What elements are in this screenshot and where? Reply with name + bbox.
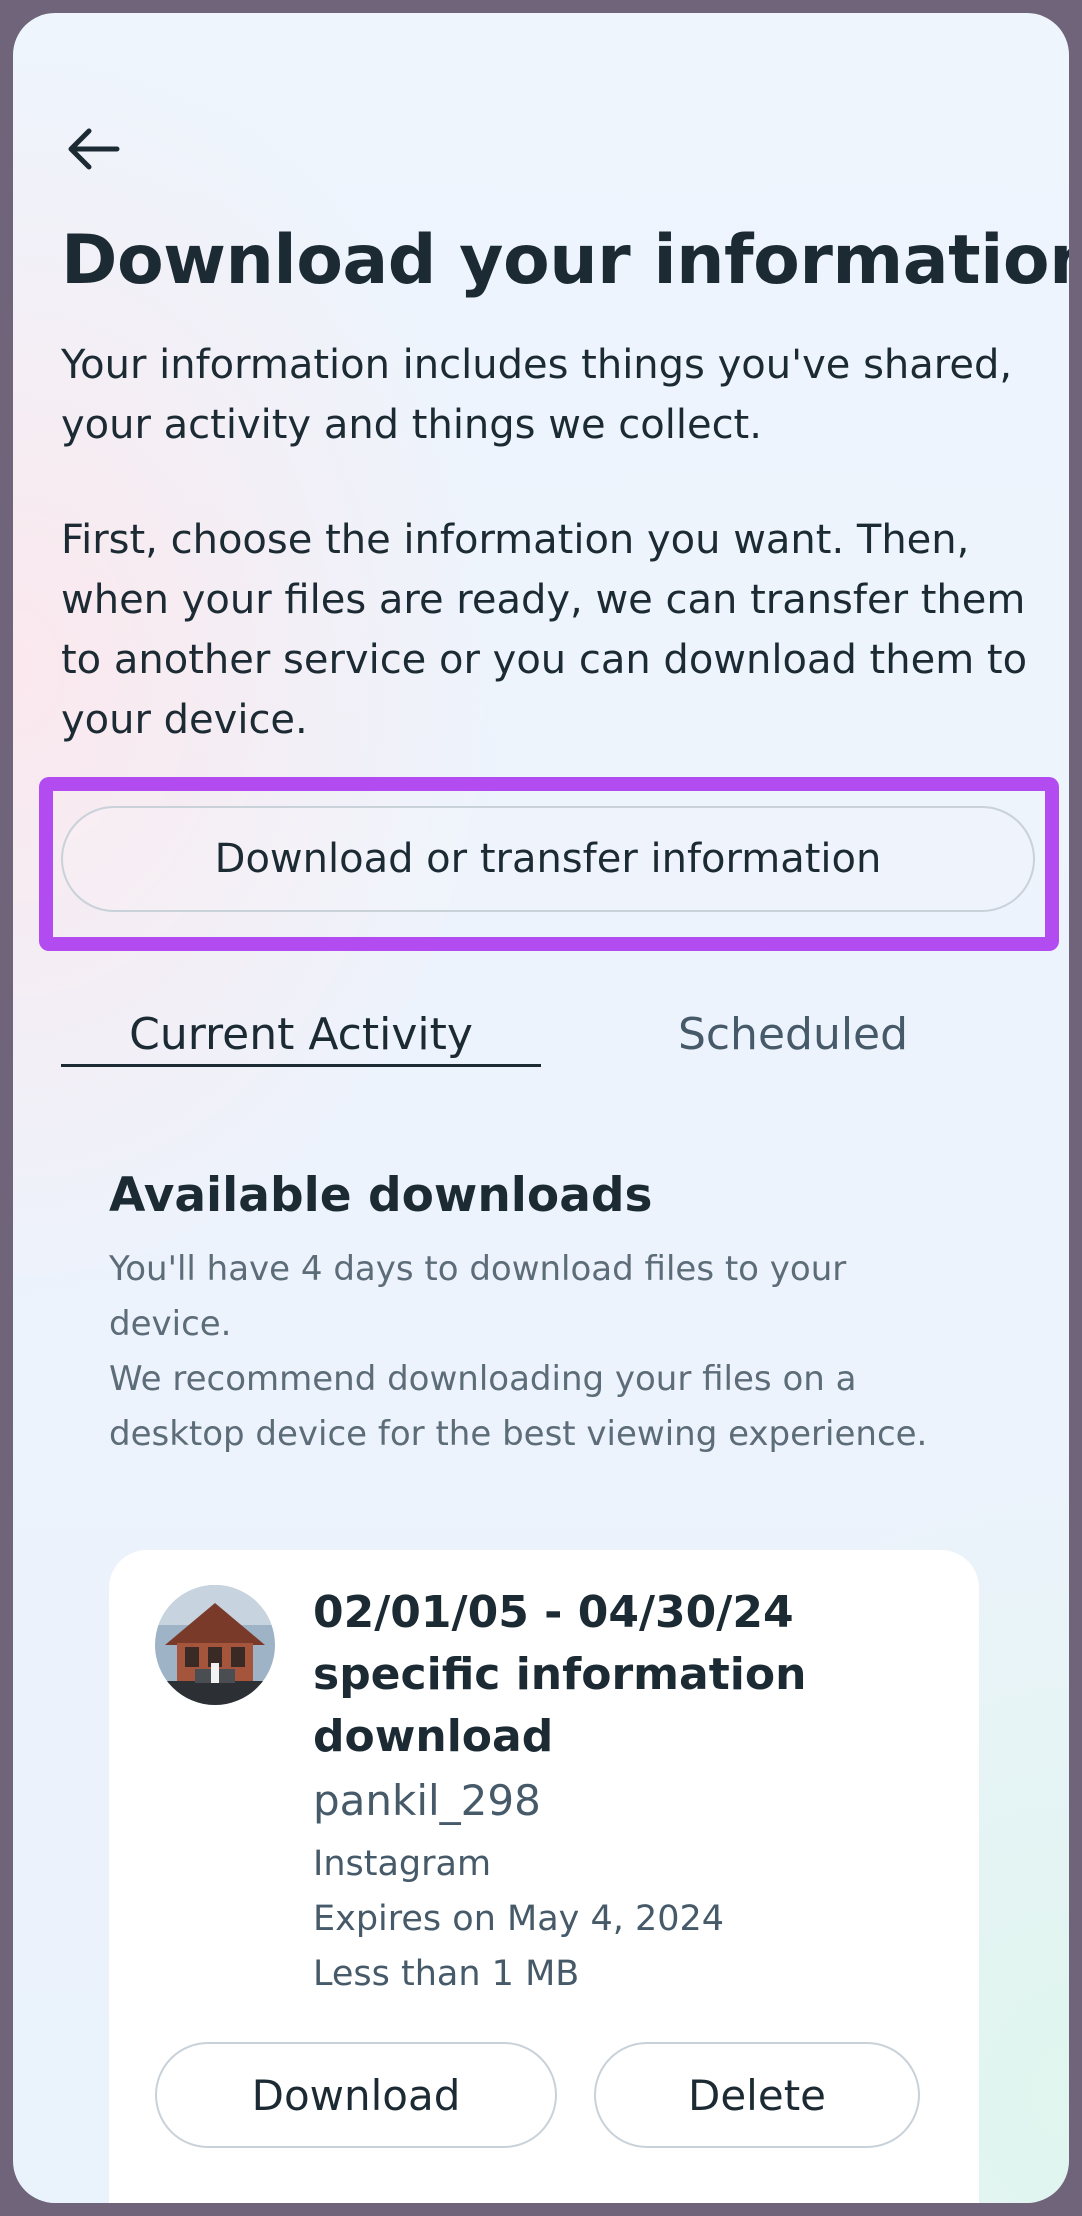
download-item-size: Less than 1 MB xyxy=(313,1954,580,1994)
download-item-card: 02/01/05 - 04/30/24 specific information… xyxy=(109,1550,979,2203)
profile-photo-icon xyxy=(155,1585,275,1705)
tab-scheduled[interactable]: Scheduled xyxy=(553,988,1033,1080)
arrow-left-icon xyxy=(68,128,120,170)
downloads-subtitle-expiry: You'll have 4 days to download files to … xyxy=(109,1249,847,1344)
download-or-transfer-button[interactable]: Download or transfer information xyxy=(61,806,1035,912)
back-button[interactable] xyxy=(57,113,129,185)
page-title: Download your information xyxy=(61,221,1069,300)
screen: Download your information Your informati… xyxy=(13,13,1069,2203)
delete-button[interactable]: Delete xyxy=(594,2042,920,2148)
avatar xyxy=(155,1585,275,1705)
downloads-subtitle-recommendation: We recommend downloading your files on a… xyxy=(109,1359,928,1454)
download-item-platform: Instagram xyxy=(313,1844,492,1884)
download-button[interactable]: Download xyxy=(155,2042,557,2148)
download-item-title: 02/01/05 - 04/30/24 specific information… xyxy=(313,1587,807,1762)
download-item-expiry: Expires on May 4, 2024 xyxy=(313,1899,725,1939)
intro-paragraph-2: First, choose the information you want. … xyxy=(61,517,1028,743)
tab-selected-indicator xyxy=(61,1064,541,1067)
download-item-username: pankil_298 xyxy=(313,1776,541,1825)
available-downloads-title: Available downloads xyxy=(109,1168,653,1223)
intro-paragraph-1: Your information includes things you've … xyxy=(61,342,1013,448)
